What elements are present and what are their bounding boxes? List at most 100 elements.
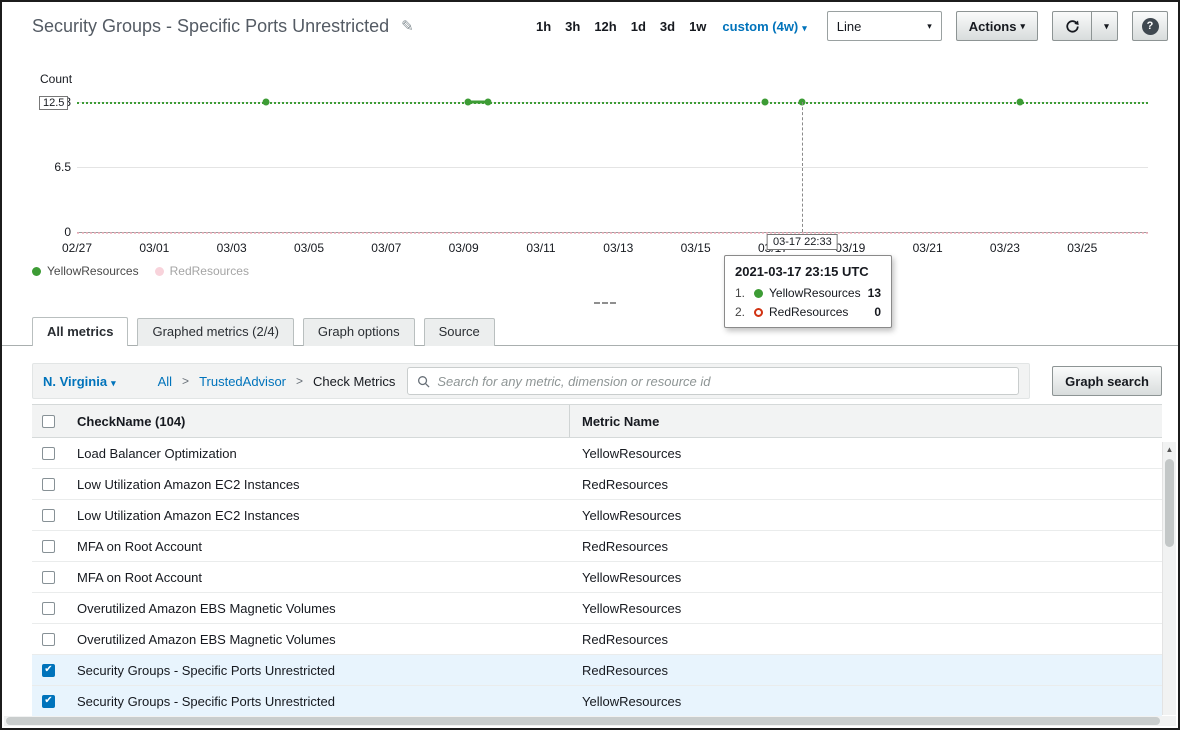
panel-resize-handle[interactable] [594,302,616,304]
row-check-cell [32,571,77,584]
table-row[interactable]: MFA on Root AccountRedResources [32,531,1162,562]
x-axis-tick: 03/23 [990,241,1020,255]
custom-range-label: custom (4w) [722,19,798,34]
time-range-3d[interactable]: 3d [660,19,675,34]
row-check-cell: ✔ [32,664,77,677]
tooltip-rows: 1.YellowResources132.RedResources0 [735,286,881,319]
y-axis-tick: 0 [31,225,71,239]
table-row[interactable]: Low Utilization Amazon EC2 InstancesYell… [32,500,1162,531]
table-row[interactable]: Overutilized Amazon EBS Magnetic Volumes… [32,593,1162,624]
actions-button[interactable]: Actions▾ [956,11,1038,41]
toolbar-bar: N. Virginia▾ All>TrustedAdvisor>Check Me… [32,363,1030,399]
cell-check-name: MFA on Root Account [77,539,569,554]
data-point-marker[interactable] [762,99,769,106]
breadcrumb: All>TrustedAdvisor>Check Metrics [158,374,396,389]
metrics-panel: N. Virginia▾ All>TrustedAdvisor>Check Me… [2,345,1178,716]
row-checkbox[interactable]: ✔ [42,664,55,677]
time-range-3h[interactable]: 3h [565,19,580,34]
crosshair-y-label: 12.5 [39,96,68,110]
legend-item-yellowresources[interactable]: YellowResources [32,264,139,278]
data-point-marker[interactable] [1017,99,1024,106]
x-axis-tick: 03/07 [371,241,401,255]
legend-label: RedResources [170,264,249,278]
cell-check-name: Security Groups - Specific Ports Unrestr… [77,694,569,709]
cell-metric-name: YellowResources [569,601,1162,616]
data-point-marker[interactable] [263,99,270,106]
row-check-cell [32,509,77,522]
refresh-button[interactable] [1052,11,1092,41]
breadcrumb-trustedadvisor[interactable]: TrustedAdvisor [199,374,286,389]
tooltip-timestamp: 2021-03-17 23:15 UTC [735,264,881,279]
cell-check-name: Security Groups - Specific Ports Unrestr… [77,663,569,678]
time-range-1d[interactable]: 1d [631,19,646,34]
table-row[interactable]: Overutilized Amazon EBS Magnetic Volumes… [32,624,1162,655]
time-range-1h[interactable]: 1h [536,19,551,34]
table-row[interactable]: Load Balancer OptimizationYellowResource… [32,438,1162,469]
legend-item-redresources[interactable]: RedResources [155,264,249,278]
metric-search [407,367,1019,395]
row-checkbox[interactable] [42,602,55,615]
custom-range-link[interactable]: custom (4w)▾ [722,19,806,34]
time-range-1w[interactable]: 1w [689,19,706,34]
breadcrumb-all[interactable]: All [158,374,172,389]
tab-source[interactable]: Source [424,318,495,346]
table-row[interactable]: Low Utilization Amazon EC2 InstancesRedR… [32,469,1162,500]
data-point-marker[interactable] [484,99,491,106]
cell-metric-name: YellowResources [569,446,1162,461]
metric-search-input[interactable] [437,374,1009,389]
horizontal-scrollbar[interactable] [4,716,1176,726]
chart-section: Count 136.5002/2703/0103/0303/0503/0703/… [2,50,1178,318]
row-checkbox[interactable] [42,571,55,584]
table-row[interactable]: ✔ Security Groups - Specific Ports Unrest… [32,655,1162,686]
chart-plot[interactable]: 136.5002/2703/0103/0303/0503/0703/0903/1… [77,102,1148,232]
cell-metric-name: RedResources [569,663,1162,678]
edit-title-icon[interactable]: ✎ [401,17,414,35]
help-button[interactable]: ? [1132,11,1168,41]
x-axis-tick: 03/15 [681,241,711,255]
tooltip-row: 1.YellowResources13 [735,286,881,300]
y-axis-tick: 6.5 [31,160,71,174]
graph-search-button[interactable]: Graph search [1052,366,1162,396]
row-checkbox[interactable] [42,447,55,460]
metrics-toolbar: N. Virginia▾ All>TrustedAdvisor>Check Me… [32,363,1162,399]
select-all-checkbox[interactable] [42,415,55,428]
x-axis-tick: 03/19 [835,241,865,255]
table-header: CheckName (104) Metric Name [32,404,1162,438]
series-line-redresources [77,232,1148,234]
table-row[interactable]: ✔ Security Groups - Specific Ports Unrest… [32,686,1162,717]
time-range-12h[interactable]: 12h [594,19,616,34]
row-check-cell [32,478,77,491]
region-selector[interactable]: N. Virginia▾ [43,374,116,389]
row-checkbox[interactable] [42,540,55,553]
legend-label: YellowResources [47,264,139,278]
chart-tooltip: 2021-03-17 23:15 UTC 1.YellowResources13… [724,255,892,328]
cell-check-name: Low Utilization Amazon EC2 Instances [77,508,569,523]
cell-metric-name: YellowResources [569,508,1162,523]
actions-label: Actions [969,19,1017,34]
tab-graph-options[interactable]: Graph options [303,318,415,346]
row-check-cell: ✔ [32,695,77,708]
tab-graphed-metrics-2-4-[interactable]: Graphed metrics (2/4) [137,318,293,346]
cell-metric-name: RedResources [569,539,1162,554]
refresh-options-button[interactable]: ▾ [1092,11,1118,41]
row-check-cell [32,540,77,553]
chart-type-select[interactable]: Line ▾ [827,11,942,41]
vertical-scrollbar-thumb[interactable] [1165,459,1174,547]
chevron-down-icon: ▾ [927,21,932,32]
cell-metric-name: RedResources [569,477,1162,492]
data-point-marker[interactable] [464,99,471,106]
horizontal-scrollbar-thumb[interactable] [6,717,1160,725]
tab-all-metrics[interactable]: All metrics [32,317,128,346]
row-checkbox[interactable] [42,633,55,646]
x-axis-tick: 03/13 [603,241,633,255]
page-title: Security Groups - Specific Ports Unrestr… [32,16,389,37]
crosshair-line [802,102,803,232]
breadcrumb-separator: > [296,374,303,388]
table-row[interactable]: MFA on Root AccountYellowResources [32,562,1162,593]
row-checkbox[interactable] [42,509,55,522]
row-checkbox[interactable] [42,478,55,491]
scroll-up-arrow-icon[interactable]: ▲ [1163,442,1176,457]
vertical-scrollbar[interactable]: ▲ [1162,442,1176,715]
row-checkbox[interactable]: ✔ [42,695,55,708]
chevron-down-icon: ▾ [1020,21,1025,32]
